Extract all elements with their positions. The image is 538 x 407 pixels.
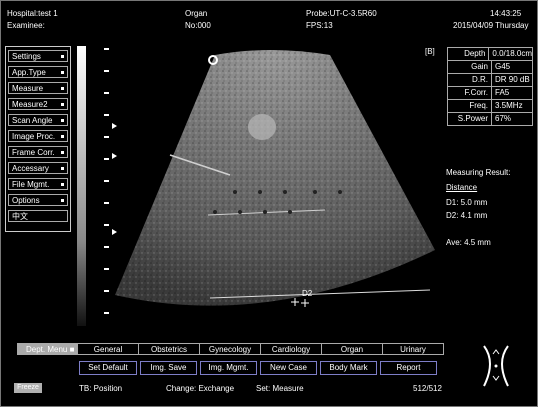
param-row-gain: Gain G45 <box>448 61 532 74</box>
param-row-depth: Depth 0.0/18.0cm <box>448 48 532 61</box>
menu-item-label: Options <box>12 196 40 205</box>
tab-gynecology[interactable]: Gynecology <box>200 343 261 355</box>
menu-item-marker-icon <box>61 103 64 106</box>
param-label: D.R. <box>448 74 492 86</box>
measure-d1: D1: 5.0 mm <box>446 198 488 207</box>
param-value: 67% <box>495 114 512 123</box>
fps-label: FPS:13 <box>306 21 333 30</box>
menu-item-file-mgmt[interactable]: File Mgmt. <box>8 178 68 190</box>
param-value: 0.0/18.0cm <box>492 49 532 58</box>
param-label: F.Corr. <box>448 87 492 99</box>
freeze-indicator[interactable]: Freeze <box>14 383 42 393</box>
body-mark-button[interactable]: Body Mark <box>320 361 377 375</box>
caliper-cursor-icon[interactable] <box>291 298 309 307</box>
param-label: Depth <box>448 48 490 60</box>
menu-item-marker-icon <box>61 119 64 122</box>
menu-item-label: Settings <box>12 52 41 61</box>
clock-time: 14:43:25 <box>490 9 522 18</box>
param-label: S.Power <box>448 113 492 125</box>
tab-dept-menu[interactable]: Dept. Menu ■ <box>17 343 78 355</box>
new-case-button[interactable]: New Case <box>260 361 317 375</box>
change-hint: Change: Exchange <box>166 384 235 393</box>
set-hint: Set: Measure <box>256 384 304 393</box>
tab-urinary[interactable]: Urinary <box>383 343 444 355</box>
menu-item-settings[interactable]: Settings <box>8 50 68 62</box>
menu-item-scan-angle[interactable]: Scan Angle <box>8 114 68 126</box>
set-default-button[interactable]: Set Default <box>79 361 137 375</box>
img-save-button[interactable]: Img. Save <box>140 361 197 375</box>
menu-item-marker-icon <box>61 71 64 74</box>
menu-item-marker-icon <box>61 87 64 90</box>
menu-item-label: Accessary <box>12 164 49 173</box>
menu-item-image-proc[interactable]: Image Proc. <box>8 130 68 142</box>
menu-item-marker-icon <box>61 135 64 138</box>
measure-type: Distance <box>446 183 478 192</box>
menu-item-marker-icon <box>61 55 64 58</box>
menu-item-app-type[interactable]: App.Type <box>8 66 68 78</box>
hospital-label: Hospital:test 1 <box>7 9 58 18</box>
param-row-spower: S.Power 67% <box>448 113 532 125</box>
tab-general[interactable]: General <box>78 343 139 355</box>
menu-item-label: Measure <box>12 84 44 93</box>
measure-title: Measuring Result: <box>446 168 511 177</box>
ultrasound-image[interactable]: D2 <box>90 40 435 340</box>
menu-item-label: File Mgmt. <box>12 180 50 189</box>
category-bar: Dept. Menu ■ General Obstetrics Gynecolo… <box>17 343 444 355</box>
param-table: Depth 0.0/18.0cm Gain G45 D.R. DR 90 dB F.C… <box>447 47 533 126</box>
tab-label: Dept. Menu <box>26 345 68 354</box>
param-value: FA5 <box>495 88 510 97</box>
menu-item-accessary[interactable]: Accessary <box>8 162 68 174</box>
param-value: 3.5MHz <box>495 101 523 110</box>
report-button[interactable]: Report <box>380 361 437 375</box>
menu-item-marker-icon <box>61 183 64 186</box>
menu-item-label: Image Proc. <box>12 132 56 141</box>
clock-date: 2015/04/09 Thursday <box>453 21 529 30</box>
menu-item-label: Measure2 <box>12 100 48 109</box>
param-row-dr: D.R. DR 90 dB <box>448 74 532 87</box>
menu-item-measure[interactable]: Measure <box>8 82 68 94</box>
caliper-label: D2 <box>302 289 313 298</box>
menu-item-marker-icon <box>61 167 64 170</box>
tb-hint: TB: Position <box>79 384 123 393</box>
menu-item-label: Scan Angle <box>12 116 53 125</box>
menu-item-label: 中文 <box>12 212 28 221</box>
menu-item-marker-icon <box>61 199 64 202</box>
frame-counter: 512/512 <box>413 384 442 393</box>
speckle-texture <box>115 50 435 306</box>
menu-item-label: App.Type <box>12 68 46 77</box>
organ-label: Organ <box>185 9 208 18</box>
measure-average: Ave: 4.5 mm <box>446 238 491 247</box>
menu-item-measure2[interactable]: Measure2 <box>8 98 68 110</box>
param-row-fcorr: F.Corr. FA5 <box>448 87 532 100</box>
function-button-bar: Set Default Img. Save Img. Mgmt. New Cas… <box>79 361 437 375</box>
param-label: Freq. <box>448 100 492 112</box>
body-mark-icon[interactable] <box>466 340 526 392</box>
param-label: Gain <box>448 61 492 73</box>
examinee-label: Examinee: <box>7 21 45 30</box>
tab-organ[interactable]: Organ <box>322 343 383 355</box>
menu-item-label: Frame Corr. <box>12 148 55 157</box>
cyst-region <box>248 114 276 140</box>
tab-obstetrics[interactable]: Obstetrics <box>139 343 200 355</box>
mode-label: [B] <box>425 47 435 56</box>
menu-item-frame-corr[interactable]: Frame Corr. <box>8 146 68 158</box>
measure-d2: D2: 4.1 mm <box>446 211 488 220</box>
img-mgmt-button[interactable]: Img. Mgmt. <box>200 361 257 375</box>
param-row-freq: Freq. 3.5MHz <box>448 100 532 113</box>
case-number: No:000 <box>185 21 211 30</box>
menu-item-marker-icon <box>61 151 64 154</box>
tab-cardiology[interactable]: Cardiology <box>261 343 322 355</box>
param-value: G45 <box>495 62 511 71</box>
menu-item-language[interactable]: 中文 <box>8 210 68 222</box>
menu-item-options[interactable]: Options <box>8 194 68 206</box>
param-value: DR 90 dB <box>495 75 530 84</box>
probe-label: Probe:UT-C-3.5R60 <box>306 9 377 18</box>
left-menu: Settings App.Type Measure Measure2 Scan … <box>5 46 71 232</box>
grayscale-bar <box>77 46 86 326</box>
